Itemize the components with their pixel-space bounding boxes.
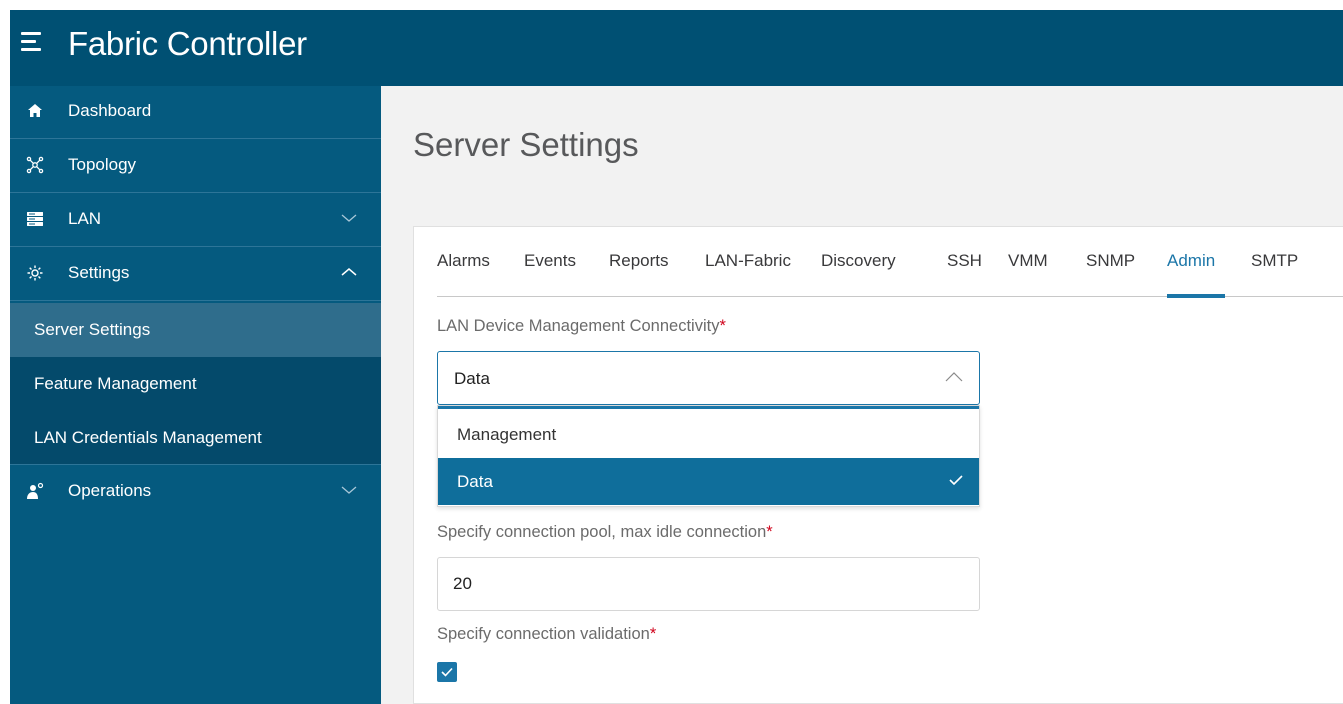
gear-icon: [27, 265, 43, 281]
chevron-up-icon: [341, 268, 357, 276]
chevron-down-icon: [341, 214, 357, 222]
sidebar-item-topology[interactable]: Topology: [10, 140, 381, 193]
tab-smtp[interactable]: SMTP: [1251, 251, 1298, 271]
sidebar-item-label: Operations: [68, 481, 152, 500]
tab-lan-fabric[interactable]: LAN-Fabric: [705, 251, 791, 271]
active-tab-indicator: [1167, 294, 1225, 298]
connectivity-label-text: LAN Device Management Connectivity: [437, 317, 720, 335]
required-mark: *: [719, 317, 726, 335]
sidebar-subitem-label: LAN Credentials Management: [34, 428, 262, 447]
tab-alarms[interactable]: Alarms: [437, 251, 490, 271]
dropdown-option-label: Data: [457, 472, 493, 491]
tab-admin[interactable]: Admin: [1167, 251, 1215, 271]
connectivity-select[interactable]: Data: [437, 351, 980, 405]
checkmark-icon: [949, 475, 963, 485]
required-mark: *: [766, 523, 773, 541]
main-content: Server Settings Alarms Events Reports LA…: [381, 86, 1343, 704]
tab-discovery[interactable]: Discovery: [821, 251, 896, 271]
checkmark-icon: [441, 667, 453, 677]
validation-field-label: Specify connection validation*: [437, 625, 656, 644]
server-icon: [27, 212, 43, 226]
chevron-up-icon: [945, 372, 963, 382]
dropdown-option-label: Management: [457, 425, 557, 444]
dropdown-option-management[interactable]: Management: [438, 411, 979, 458]
topology-icon: [26, 156, 44, 174]
max-idle-connection-input[interactable]: [453, 574, 953, 594]
connection-validation-checkbox[interactable]: [437, 662, 457, 682]
sidebar-subitem-feature-management[interactable]: Feature Management: [10, 357, 381, 411]
connectivity-select-value: Data: [454, 369, 490, 388]
sidebar-subitem-server-settings[interactable]: Server Settings: [10, 303, 381, 357]
tab-snmp[interactable]: SNMP: [1086, 251, 1135, 271]
sidebar-item-label: Settings: [68, 263, 130, 282]
tab-vmm[interactable]: VMM: [1008, 251, 1048, 271]
settings-card: Alarms Events Reports LAN-Fabric Discove…: [413, 226, 1343, 704]
connectivity-dropdown: Management Data: [437, 405, 980, 507]
chevron-down-icon: [341, 486, 357, 494]
validation-label-text: Specify connection validation: [437, 625, 650, 643]
sidebar-subitem-label: Feature Management: [34, 374, 197, 393]
sidebar-item-settings[interactable]: Settings: [10, 248, 381, 301]
dropdown-focus-bar: [438, 406, 979, 409]
sidebar-subitem-label: Server Settings: [34, 320, 151, 339]
top-header-bar: Fabric Controller: [10, 10, 1343, 86]
sidebar-item-label: Dashboard: [68, 101, 152, 120]
max-idle-connection-field[interactable]: [437, 557, 980, 611]
tab-ssh[interactable]: SSH: [947, 251, 982, 271]
sidebar-item-lan[interactable]: LAN: [10, 194, 381, 247]
app-title: Fabric Controller: [68, 25, 307, 62]
home-icon: [28, 104, 42, 117]
sidebar: Dashboard Topology LAN Settings Server S…: [10, 86, 381, 704]
dropdown-option-data[interactable]: Data: [438, 458, 979, 505]
pool-label-text: Specify connection pool, max idle connec…: [437, 523, 767, 541]
operations-icon: [27, 482, 44, 499]
sidebar-subitem-lan-credentials-management[interactable]: LAN Credentials Management: [10, 411, 381, 465]
sidebar-item-label: LAN: [68, 209, 102, 228]
tab-events[interactable]: Events: [524, 251, 576, 271]
tab-bar: Alarms Events Reports LAN-Fabric Discove…: [437, 227, 1343, 298]
hamburger-menu-icon[interactable]: [21, 32, 41, 54]
sidebar-item-dashboard[interactable]: Dashboard: [10, 86, 381, 139]
pool-field-label: Specify connection pool, max idle connec…: [437, 523, 773, 542]
sidebar-item-label: Topology: [68, 155, 137, 174]
tab-reports[interactable]: Reports: [609, 251, 669, 271]
sidebar-item-operations[interactable]: Operations: [10, 466, 381, 519]
connectivity-field-label: LAN Device Management Connectivity*: [437, 317, 726, 336]
page-title: Server Settings: [413, 126, 639, 163]
required-mark: *: [649, 625, 657, 643]
